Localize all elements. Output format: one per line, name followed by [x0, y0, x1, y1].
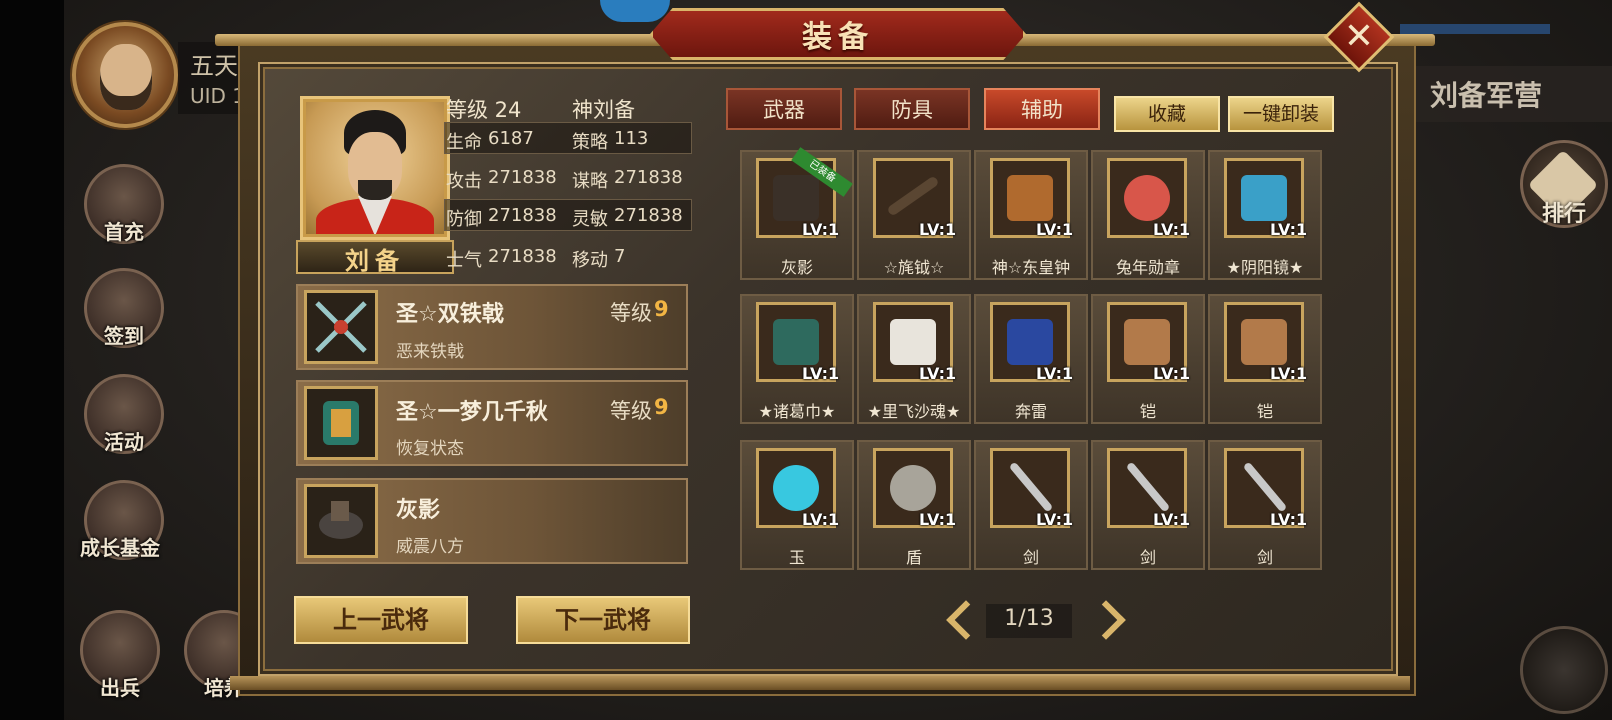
page-title: 装备	[802, 20, 874, 55]
item-name: 灰影	[780, 258, 813, 277]
stat-strategy-label: 策略	[572, 132, 608, 153]
item-level: LV:1	[1153, 510, 1191, 529]
equipped-weapon-level: 9	[654, 297, 669, 321]
item-level: LV:1	[1270, 220, 1308, 239]
equipped-weapon-sub: 恶来铁戟	[396, 342, 464, 362]
tab-accessory[interactable]: 辅助	[984, 88, 1100, 130]
stat-tactics-label: 谋略	[572, 171, 608, 192]
hero-level: 等级 24	[446, 98, 522, 122]
equipped-weapon-level-label: 等级	[610, 301, 652, 325]
item-level: LV:1	[1036, 510, 1074, 529]
stat-defense-label: 防御	[446, 209, 482, 230]
equipped-armor-sub: 恢复状态	[396, 439, 464, 459]
item-name: ★诸葛巾★	[758, 402, 836, 421]
item-level: LV:1	[802, 510, 840, 529]
item-name: 奔雷	[1014, 402, 1047, 421]
item-level: LV:1	[1153, 220, 1191, 239]
stat-hp-label: 生命	[446, 132, 482, 153]
stat-move-label: 移动	[572, 250, 608, 271]
left-strip	[0, 0, 64, 720]
player-name: 五天	[190, 52, 238, 80]
item-name: 剑	[1022, 548, 1039, 567]
item-level: LV:1	[919, 220, 957, 239]
tab-armor[interactable]: 防具	[854, 88, 970, 130]
horse-icon	[304, 484, 378, 558]
player-avatar[interactable]	[72, 22, 178, 128]
sign-in-label: 签到	[104, 324, 144, 348]
equipped-armor-level: 9	[654, 395, 669, 419]
item-name: 盾	[905, 548, 922, 567]
stat-defense-value: 271838	[488, 205, 557, 226]
item-level: LV:1	[1270, 364, 1308, 383]
item-name: ★里飞沙魂★	[867, 402, 961, 421]
top-right-bar	[1400, 24, 1550, 34]
stat-agility-value: 271838	[614, 205, 683, 226]
tab-weapon[interactable]: 武器	[726, 88, 842, 130]
stat-move-value: 7	[614, 246, 626, 267]
player-uid: UID 1	[190, 84, 246, 108]
panel-bottom-rail	[230, 676, 1410, 690]
item-level: LV:1	[1036, 364, 1074, 383]
stat-morale-label: 士气	[446, 250, 482, 271]
page-indicator: 1/13	[1004, 606, 1054, 631]
armor-icon	[304, 386, 378, 460]
item-name: 剑	[1139, 548, 1156, 567]
prev-hero-button[interactable]: 上一武将	[294, 596, 468, 644]
growth-fund-label: 成长基金	[80, 536, 160, 560]
item-level: LV:1	[1270, 510, 1308, 529]
equipped-armor-level-label: 等级	[610, 399, 652, 423]
dual-halberd-icon	[304, 290, 378, 364]
stat-morale-value: 271838	[488, 246, 557, 267]
item-name: ☆旄钺☆	[883, 258, 945, 277]
stat-attack-label: 攻击	[446, 171, 482, 192]
item-name: ★阴阳镜★	[1226, 258, 1304, 277]
item-level: LV:1	[1036, 220, 1074, 239]
unequip-all-button[interactable]: 一键卸装	[1228, 96, 1334, 132]
hero-name: 刘备	[345, 247, 405, 275]
item-level: LV:1	[802, 364, 840, 383]
activity-label: 活动	[104, 430, 144, 454]
menu-button[interactable]	[1520, 626, 1608, 714]
deploy-label: 出兵	[100, 676, 140, 700]
item-name: 神☆东皇钟	[991, 258, 1071, 277]
item-name: 铠	[1256, 402, 1273, 421]
camp-label: 刘备军营	[1430, 79, 1543, 112]
stat-strategy-value: 113	[614, 128, 649, 149]
hero-portrait	[306, 102, 444, 234]
equipped-weapon-name: 圣☆双铁戟	[396, 302, 504, 327]
item-name: 剑	[1256, 548, 1273, 567]
item-name: 玉	[788, 548, 805, 567]
close-icon[interactable]: ✕	[1334, 12, 1384, 62]
item-level: LV:1	[802, 220, 840, 239]
stat-hp-value: 6187	[488, 128, 534, 149]
item-level: LV:1	[1153, 364, 1191, 383]
item-name: 兔年勋章	[1115, 258, 1180, 277]
item-level: LV:1	[919, 510, 957, 529]
first-recharge-label: 首充	[104, 220, 144, 244]
equipped-armor-name: 圣☆一梦几千秋	[396, 400, 548, 425]
equipped-mount-sub: 威震八方	[396, 537, 464, 557]
rank-label: 排行	[1541, 202, 1586, 227]
equipped-mount-name: 灰影	[396, 498, 441, 523]
next-hero-button[interactable]: 下一武将	[516, 596, 690, 644]
collect-button[interactable]: 收藏	[1114, 96, 1220, 132]
stat-tactics-value: 271838	[614, 167, 683, 188]
item-level: LV:1	[919, 364, 957, 383]
hero-title: 神刘备	[572, 98, 635, 122]
stat-agility-label: 灵敏	[572, 209, 608, 230]
item-name: 铠	[1139, 402, 1156, 421]
stat-attack-value: 271838	[488, 167, 557, 188]
